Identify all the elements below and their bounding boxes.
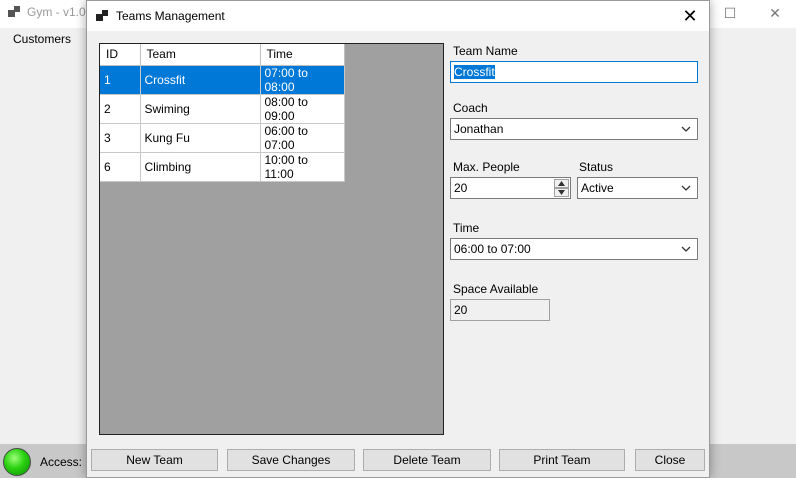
spin-down-button[interactable]	[554, 188, 569, 197]
save-changes-button[interactable]: Save Changes	[227, 449, 355, 471]
dialog-title: Teams Management	[116, 9, 225, 23]
table-row[interactable]: 2 Swiming 08:00 to 09:00	[100, 94, 345, 124]
status-value: Active	[581, 181, 614, 195]
cell-time[interactable]: 10:00 to 11:00	[260, 152, 345, 182]
table-row[interactable]: 3 Kung Fu 06:00 to 07:00	[100, 123, 345, 153]
dialog-titlebar: Teams Management ✕	[87, 1, 709, 31]
status-label: Status	[579, 160, 614, 174]
cell-time[interactable]: 08:00 to 09:00	[260, 94, 345, 124]
main-close-button[interactable]: ✕	[763, 2, 787, 24]
coach-select[interactable]: Jonathan	[450, 118, 698, 140]
max-people-label: Max. People	[453, 160, 520, 174]
arrow-up-icon	[558, 181, 565, 186]
teams-table: ID Team Time 1 Crossfit 07:00 to 08:00 2…	[100, 44, 345, 182]
space-available-value: 20	[454, 303, 468, 317]
cell-id[interactable]: 6	[100, 152, 141, 182]
print-team-button[interactable]: Print Team	[499, 449, 625, 471]
close-button[interactable]: Close	[635, 449, 705, 471]
column-header-time[interactable]: Time	[260, 44, 345, 66]
delete-team-button[interactable]: Delete Team	[363, 449, 491, 471]
table-row[interactable]: 1 Crossfit 07:00 to 08:00	[100, 65, 345, 95]
spinner	[554, 179, 569, 197]
cell-time[interactable]: 07:00 to 08:00	[260, 65, 345, 95]
column-header-id[interactable]: ID	[100, 44, 141, 66]
team-name-value: Crossfit	[454, 65, 495, 79]
grid-header-row: ID Team Time	[100, 44, 345, 66]
chevron-down-icon	[681, 185, 691, 191]
menu-customers[interactable]: Customers	[13, 32, 71, 46]
time-label: Time	[453, 221, 480, 235]
status-led-icon	[3, 448, 31, 476]
cell-id[interactable]: 3	[100, 123, 141, 153]
space-available-label: Space Available	[453, 282, 539, 296]
cell-team[interactable]: Climbing	[140, 152, 261, 182]
team-name-label: Team Name	[453, 44, 518, 58]
coach-label: Coach	[453, 101, 488, 115]
arrow-down-icon	[558, 190, 565, 195]
spin-up-button[interactable]	[554, 179, 569, 188]
cell-team[interactable]: Crossfit	[140, 65, 261, 95]
new-team-button[interactable]: New Team	[91, 449, 218, 471]
table-row[interactable]: 6 Climbing 10:00 to 11:00	[100, 152, 345, 182]
chevron-down-icon	[681, 126, 691, 132]
max-people-stepper[interactable]: 20	[450, 177, 571, 199]
cell-team[interactable]: Kung Fu	[140, 123, 261, 153]
access-status: Access: 2	[40, 455, 93, 469]
max-people-value: 20	[454, 181, 468, 195]
team-name-input[interactable]: Crossfit	[450, 61, 698, 83]
coach-value: Jonathan	[454, 122, 504, 136]
status-select[interactable]: Active	[577, 177, 698, 199]
chevron-down-icon	[681, 246, 691, 252]
main-window-title: Gym - v1.0	[27, 5, 86, 19]
space-available-field: 20	[450, 299, 550, 321]
time-select[interactable]: 06:00 to 07:00	[450, 238, 698, 260]
cell-team[interactable]: Swiming	[140, 94, 261, 124]
column-header-team[interactable]: Team	[140, 44, 261, 66]
dialog-close-icon[interactable]: ✕	[677, 4, 703, 28]
time-value: 06:00 to 07:00	[454, 242, 531, 256]
dialog-app-icon	[96, 10, 108, 21]
maximize-button[interactable]: ☐	[718, 2, 742, 24]
teams-grid[interactable]: ID Team Time 1 Crossfit 07:00 to 08:00 2…	[99, 43, 444, 435]
app-icon	[8, 6, 20, 17]
teams-management-dialog: Teams Management ✕ ID Team Time 1 Crossf…	[86, 0, 710, 478]
cell-id[interactable]: 1	[100, 65, 141, 95]
cell-time[interactable]: 06:00 to 07:00	[260, 123, 345, 153]
cell-id[interactable]: 2	[100, 94, 141, 124]
